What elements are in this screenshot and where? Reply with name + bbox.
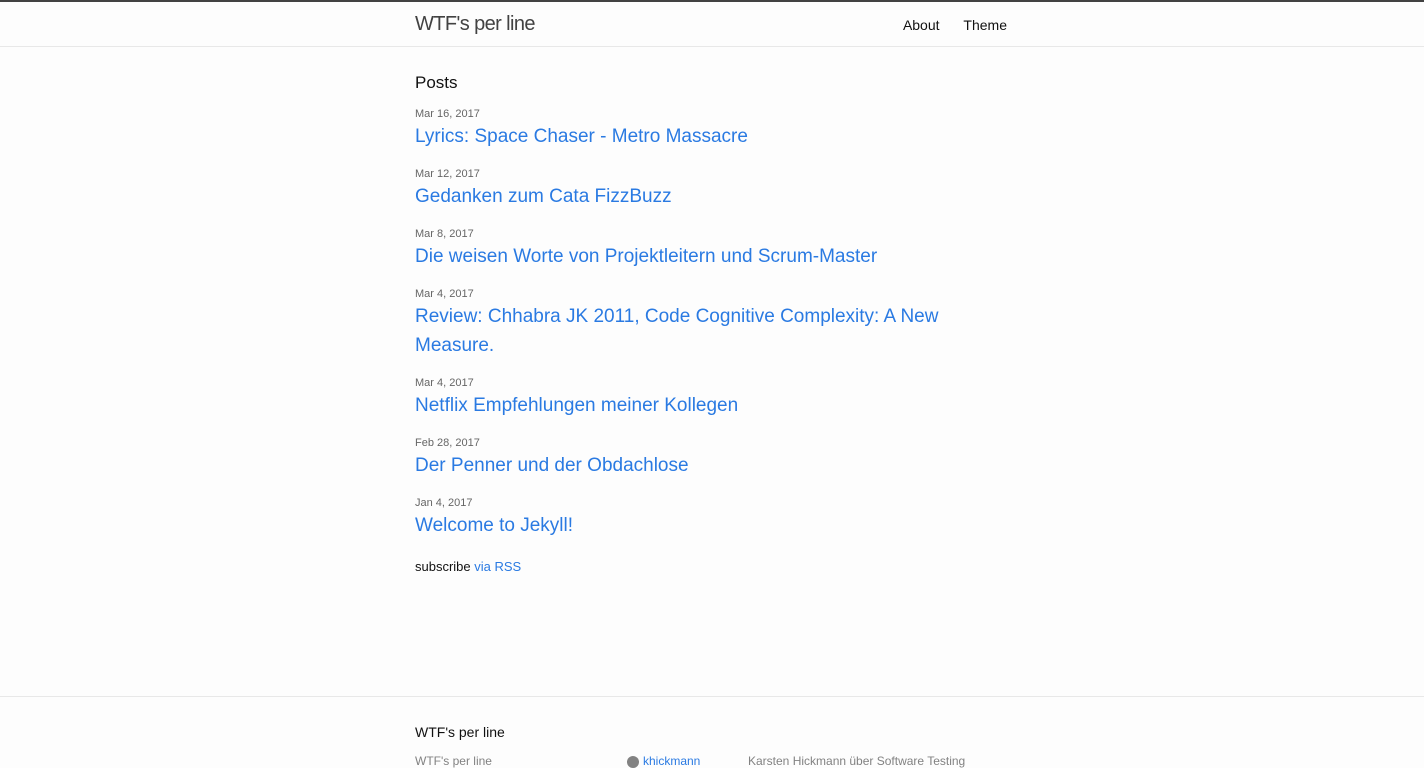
post-date: Mar 12, 2017 (415, 168, 480, 180)
post-date: Mar 4, 2017 (415, 377, 474, 389)
post-title-link[interactable]: Die weisen Worte von Projektleitern und … (415, 242, 967, 271)
footer-heading: WTF's per line (415, 724, 505, 740)
nav-about-link[interactable]: About (903, 17, 940, 33)
page-heading: Posts (415, 73, 458, 92)
footer-description: Karsten Hickmann über Software Testing (748, 754, 966, 768)
post-item: Mar 4, 2017 Review: Chhabra JK 2011, Cod… (415, 287, 1007, 360)
post-item: Mar 8, 2017 Die weisen Worte von Projekt… (415, 227, 1007, 271)
subscribe-label: subscribe (415, 559, 471, 574)
post-title-link[interactable]: Welcome to Jekyll! (415, 511, 967, 540)
rss-link[interactable]: via RSS (474, 559, 521, 574)
post-date: Mar 8, 2017 (415, 228, 474, 240)
site-header: WTF's per line About Theme (0, 0, 1424, 47)
site-title-link[interactable]: WTF's per line (415, 13, 535, 36)
main-content: Posts Mar 16, 2017 Lyrics: Space Chaser … (415, 47, 1007, 588)
post-title-link[interactable]: Der Penner und der Obdachlose (415, 451, 967, 480)
github-icon (627, 755, 639, 768)
post-title-link[interactable]: Review: Chhabra JK 2011, Code Cognitive … (415, 302, 967, 360)
post-list: Mar 16, 2017 Lyrics: Space Chaser - Metr… (415, 107, 1007, 540)
post-title-link[interactable]: Gedanken zum Cata FizzBuzz (415, 182, 967, 211)
post-date: Feb 28, 2017 (415, 437, 480, 449)
post-item: Feb 28, 2017 Der Penner und der Obdachlo… (415, 436, 1007, 480)
post-item: Mar 4, 2017 Netflix Empfehlungen meiner … (415, 376, 1007, 420)
post-item: Mar 12, 2017 Gedanken zum Cata FizzBuzz (415, 167, 1007, 211)
site-nav: About Theme (903, 17, 1007, 33)
post-title-link[interactable]: Lyrics: Space Chaser - Metro Massacre (415, 122, 967, 151)
post-item: Mar 16, 2017 Lyrics: Space Chaser - Metr… (415, 107, 1007, 151)
footer-site-name: WTF's per line (415, 754, 492, 768)
nav-theme-link[interactable]: Theme (963, 17, 1007, 33)
post-item: Jan 4, 2017 Welcome to Jekyll! (415, 496, 1007, 540)
github-username-link[interactable]: khickmann (643, 754, 700, 768)
site-footer: WTF's per line WTF's per line khickmann … (0, 696, 1424, 768)
post-title-link[interactable]: Netflix Empfehlungen meiner Kollegen (415, 391, 967, 420)
post-date: Jan 4, 2017 (415, 497, 473, 509)
footer-github: khickmann (627, 754, 700, 768)
post-date: Mar 4, 2017 (415, 288, 474, 300)
post-date: Mar 16, 2017 (415, 108, 480, 120)
rss-subscribe: subscribe via RSS (415, 559, 1007, 575)
